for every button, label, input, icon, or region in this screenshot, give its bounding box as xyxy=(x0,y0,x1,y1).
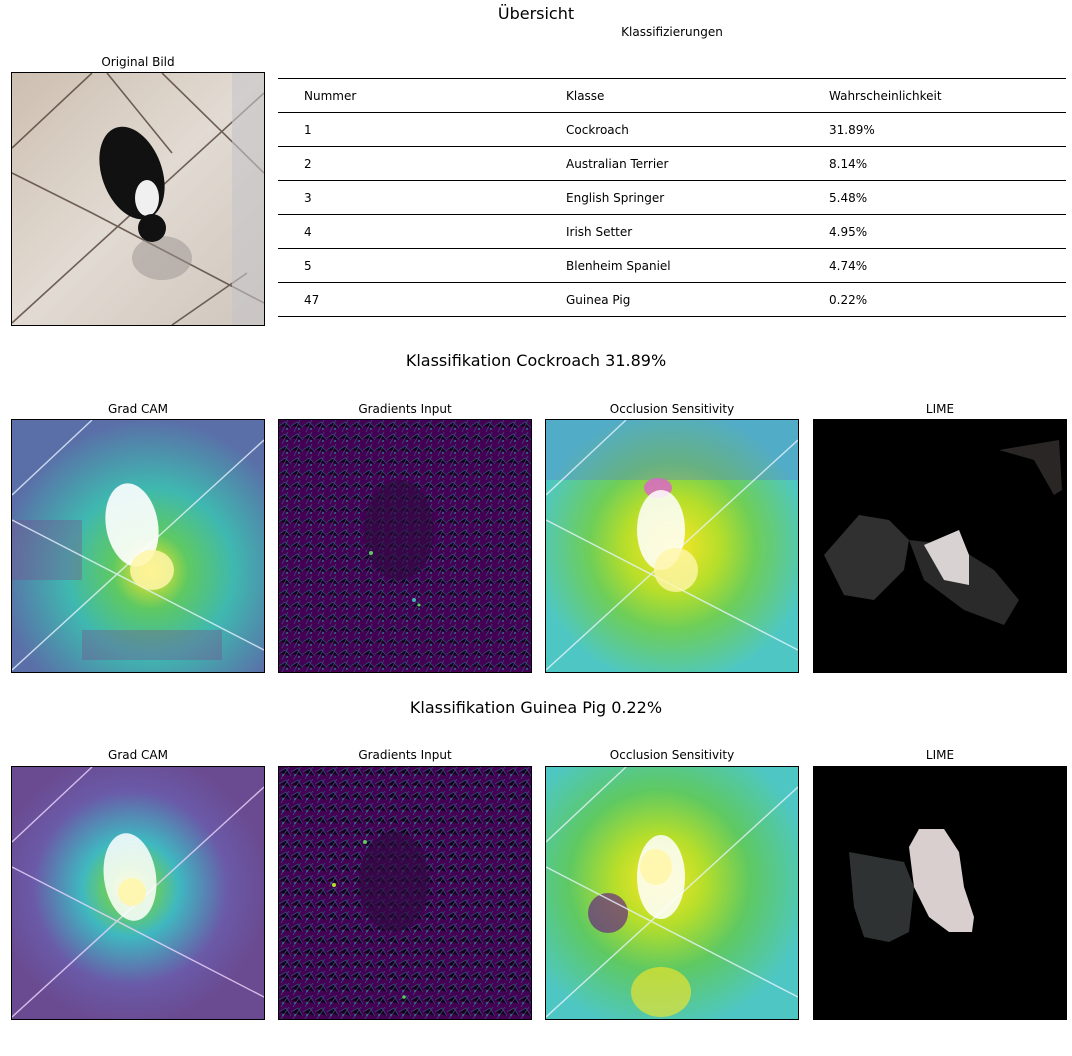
table-cell: 5.48% xyxy=(803,180,1066,215)
occlusion-cockroach-heatmap xyxy=(545,419,799,673)
table-row: 47 Guinea Pig 0.22% xyxy=(278,282,1066,317)
classification-table: Nummer Klasse Wahrscheinlichkeit 1 Cockr… xyxy=(278,78,1066,317)
panel-title: Grad CAM xyxy=(108,748,168,762)
original-image-title: Original Bild xyxy=(101,55,175,69)
table-cell: 3 xyxy=(278,180,540,215)
panel-title: Occlusion Sensitivity xyxy=(609,748,735,762)
table-cell: 4.74% xyxy=(803,248,1066,283)
gradients-input-guinea-pig-map xyxy=(278,766,532,1020)
lime-guinea-pig-mask xyxy=(813,766,1067,1020)
table-cell: 4.95% xyxy=(803,214,1066,249)
table-row: 5 Blenheim Spaniel 4.74% xyxy=(278,248,1066,283)
table-cell: 5 xyxy=(278,248,540,283)
page-title: Übersicht xyxy=(497,4,575,23)
original-image xyxy=(11,72,265,326)
lime-cockroach-mask xyxy=(813,419,1067,673)
table-cell: Irish Setter xyxy=(540,214,803,249)
table-cell: Blenheim Spaniel xyxy=(540,248,803,283)
table-header-row: Nummer Klasse Wahrscheinlichkeit xyxy=(278,78,1066,113)
table-cell: Cockroach xyxy=(540,112,803,147)
occlusion-guinea-pig-heatmap xyxy=(545,766,799,1020)
gradcam-cockroach-heatmap xyxy=(11,419,265,673)
column-header: Nummer xyxy=(278,78,540,113)
column-header: Klasse xyxy=(540,78,803,113)
gradients-input-cockroach-map xyxy=(278,419,532,673)
table-cell: English Springer xyxy=(540,180,803,215)
table-row: 1 Cockroach 31.89% xyxy=(278,112,1066,147)
column-header: Wahrscheinlichkeit xyxy=(803,78,1066,113)
panel-title: LIME xyxy=(925,402,955,416)
table-cell: 1 xyxy=(278,112,540,147)
section-title-cockroach: Klassifikation Cockroach 31.89% xyxy=(405,351,667,370)
table-cell: Australian Terrier xyxy=(540,146,803,181)
table-cell: Guinea Pig xyxy=(540,282,803,317)
panel-title: Gradients Input xyxy=(358,748,452,762)
table-title: Klassifizierungen xyxy=(621,25,723,39)
panel-title: Grad CAM xyxy=(108,402,168,416)
table-cell: 31.89% xyxy=(803,112,1066,147)
panel-title: Occlusion Sensitivity xyxy=(609,402,735,416)
table-row: 3 English Springer 5.48% xyxy=(278,180,1066,215)
section-title-guinea-pig: Klassifikation Guinea Pig 0.22% xyxy=(409,698,663,717)
gradcam-guinea-pig-heatmap xyxy=(11,766,265,1020)
table-cell: 4 xyxy=(278,214,540,249)
table-cell: 47 xyxy=(278,282,540,317)
table-row: 4 Irish Setter 4.95% xyxy=(278,214,1066,249)
table-cell: 0.22% xyxy=(803,282,1066,317)
panel-title: Gradients Input xyxy=(358,402,452,416)
panel-title: LIME xyxy=(925,748,955,762)
table-cell: 2 xyxy=(278,146,540,181)
table-cell: 8.14% xyxy=(803,146,1066,181)
table-row: 2 Australian Terrier 8.14% xyxy=(278,146,1066,181)
